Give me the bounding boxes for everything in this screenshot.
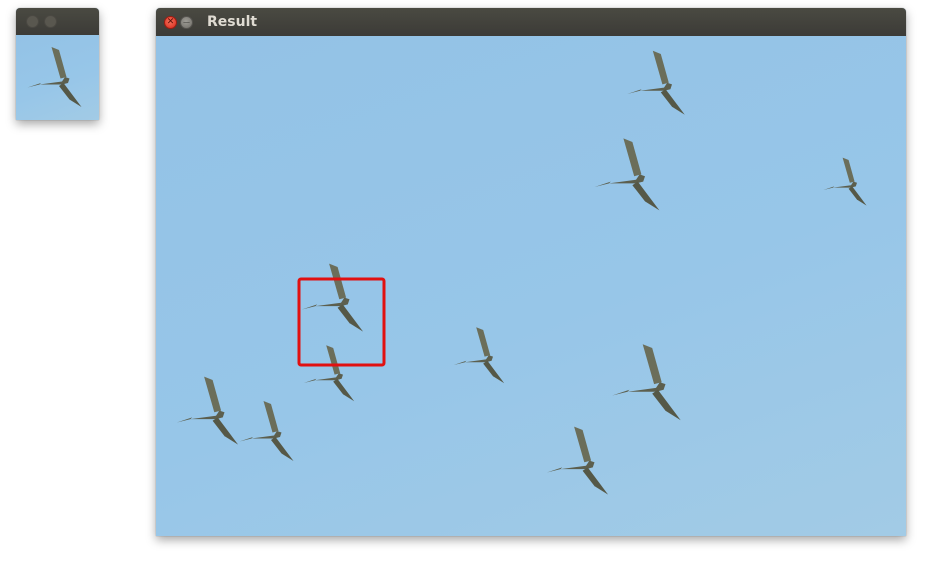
template-window-titlebar bbox=[16, 8, 99, 35]
minimize-icon[interactable] bbox=[44, 15, 57, 28]
parrot bbox=[303, 345, 355, 402]
result-window: ✕ — Result bbox=[156, 8, 906, 536]
close-icon[interactable] bbox=[26, 15, 39, 28]
parrot-template bbox=[27, 47, 82, 107]
result-image bbox=[156, 36, 906, 536]
template-image bbox=[16, 35, 99, 120]
close-glyph: ✕ bbox=[166, 16, 175, 27]
window-title: Result bbox=[207, 14, 258, 30]
parrot bbox=[627, 50, 685, 115]
parrot bbox=[594, 138, 660, 211]
minimize-icon[interactable]: — bbox=[180, 15, 193, 29]
parrot bbox=[301, 263, 364, 332]
minimize-glyph: — bbox=[183, 17, 190, 26]
parrot bbox=[612, 344, 681, 421]
parrot bbox=[546, 426, 609, 495]
result-window-titlebar: ✕ — Result bbox=[156, 8, 906, 36]
close-icon[interactable]: ✕ bbox=[164, 15, 177, 29]
parrot bbox=[176, 376, 239, 445]
parrot bbox=[453, 327, 505, 384]
template-window bbox=[16, 8, 99, 120]
parrot bbox=[823, 157, 867, 206]
parrot bbox=[239, 401, 294, 461]
